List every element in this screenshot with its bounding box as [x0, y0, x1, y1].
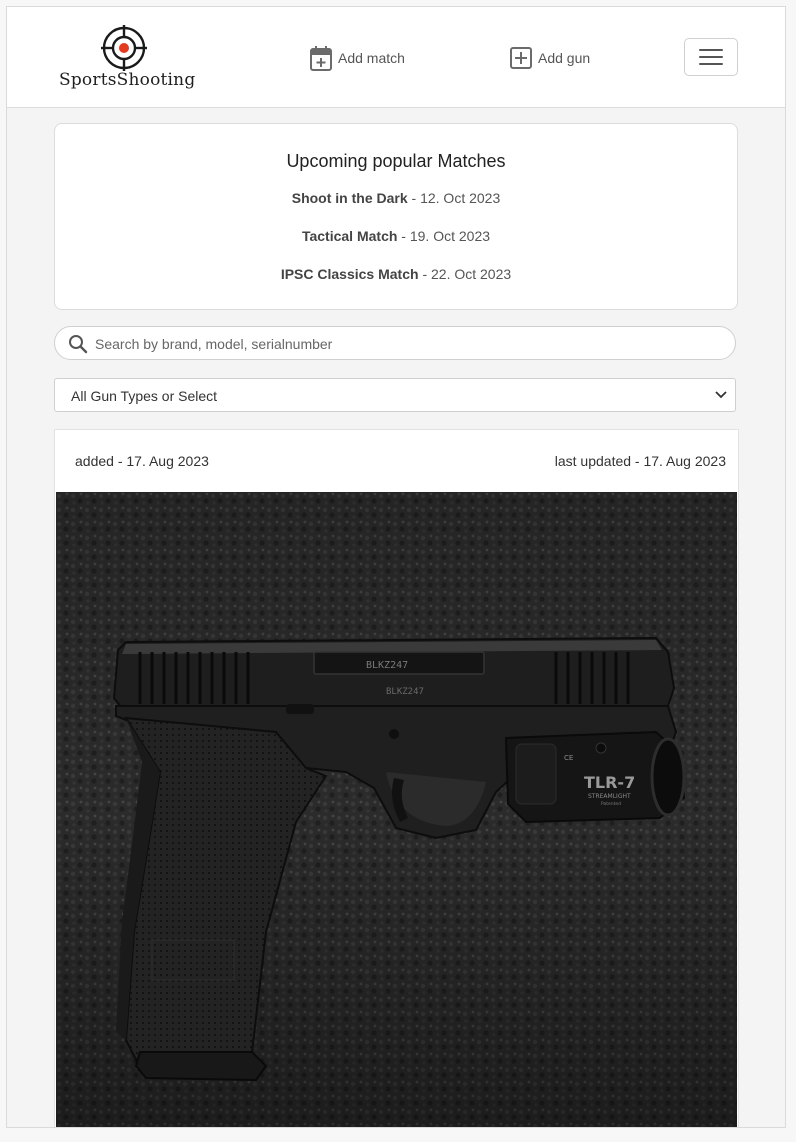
gun-card[interactable]: added - 17. Aug 2023 last updated - 17. … [54, 429, 739, 1127]
ce-mark-text: CE [564, 754, 573, 762]
hamburger-menu-icon [699, 63, 723, 65]
plus-square-icon [510, 47, 532, 69]
hamburger-menu-icon [699, 49, 723, 51]
slide-serial-text: BLKZ247 [386, 687, 424, 697]
last-updated-date: last updated - 17. Aug 2023 [554, 453, 726, 469]
gun-type-selected: All Gun Types or Select [71, 388, 218, 404]
match-item[interactable]: Shoot in the Dark - 12. Oct 2023 [55, 190, 737, 206]
search-icon [69, 335, 88, 354]
brand-logo[interactable]: SportsShooting [59, 23, 196, 95]
match-date: - 22. Oct 2023 [418, 266, 512, 282]
hamburger-menu-icon [699, 56, 723, 58]
gun-photo[interactable]: BLKZ247 BLKZ247 TLR-7 STREAMLIGHT Patent… [56, 492, 737, 1127]
brand-name: SportsShooting [59, 70, 196, 90]
upcoming-matches-title: Upcoming popular Matches [286, 151, 506, 171]
light-sub2-text: Patented [601, 801, 621, 807]
add-gun-label: Add gun [538, 50, 591, 66]
navbar: SportsShooting Add match Add gun [7, 7, 785, 108]
gun-type-select[interactable]: All Gun Types or Select [54, 378, 736, 412]
match-date: - 12. Oct 2023 [407, 190, 501, 206]
app-frame: SportsShooting Add match Add gun Upcomin… [6, 6, 786, 1128]
search-input[interactable] [93, 332, 717, 356]
match-name: Shoot in the Dark [291, 190, 408, 206]
search-box[interactable] [54, 326, 736, 360]
calendar-plus-icon [310, 46, 332, 71]
add-match-label: Add match [338, 50, 405, 66]
add-gun-link[interactable]: Add gun [510, 43, 590, 73]
pistol-image: BLKZ247 BLKZ247 TLR-7 STREAMLIGHT Patent… [56, 492, 737, 1127]
match-name: Tactical Match [301, 228, 398, 244]
light-sub-text: STREAMLIGHT [588, 793, 631, 800]
match-item[interactable]: Tactical Match - 19. Oct 2023 [55, 228, 737, 244]
added-date: added - 17. Aug 2023 [75, 453, 209, 469]
light-brand-text: TLR-7 [584, 773, 635, 792]
slide-serial-text: BLKZ247 [366, 660, 408, 671]
add-match-link[interactable]: Add match [310, 43, 405, 73]
match-date: - 19. Oct 2023 [397, 228, 491, 244]
menu-toggle-button[interactable] [684, 38, 738, 76]
upcoming-matches-card: Upcoming popular Matches Shoot in the Da… [54, 123, 738, 310]
crosshair-logo-icon [101, 25, 147, 71]
match-name: IPSC Classics Match [280, 266, 419, 282]
chevron-down-icon [715, 391, 727, 399]
match-item[interactable]: IPSC Classics Match - 22. Oct 2023 [55, 266, 737, 282]
